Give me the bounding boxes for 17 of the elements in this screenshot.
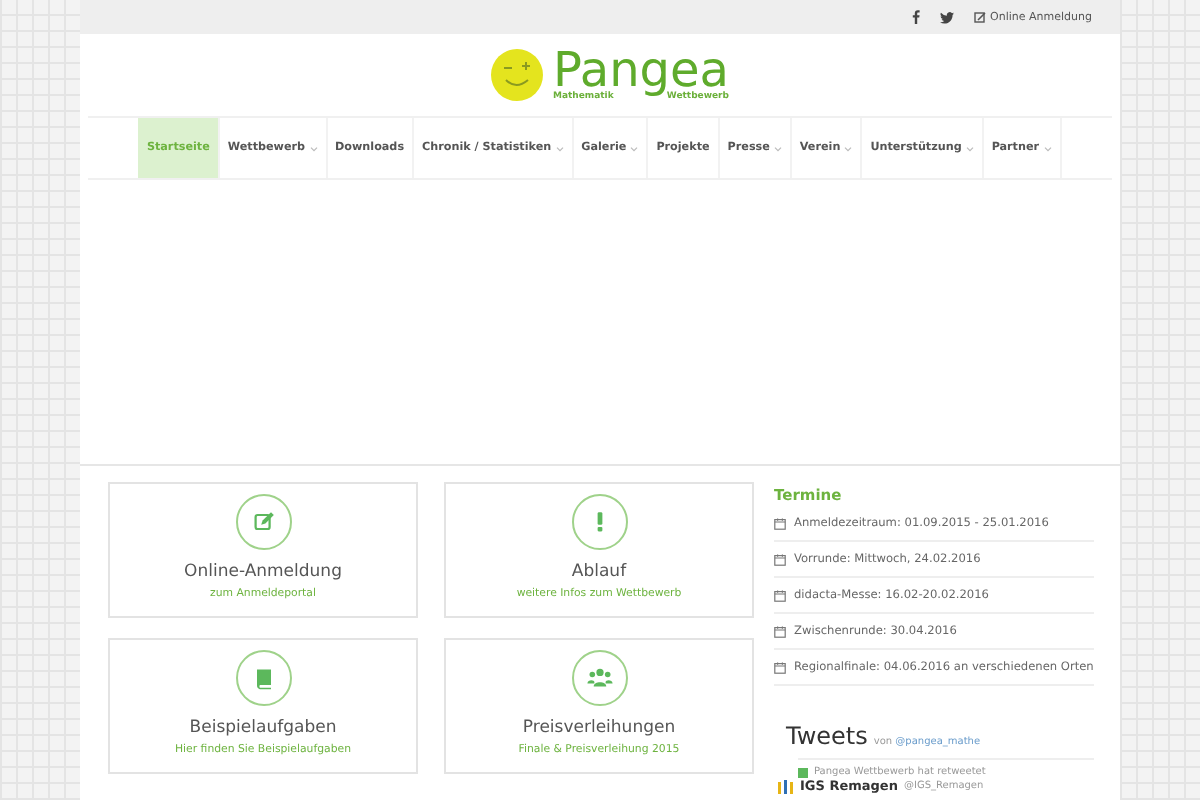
calendar-icon xyxy=(774,554,786,566)
calendar-icon xyxy=(774,518,786,530)
tweets-heading: Tweets xyxy=(786,722,868,750)
smiley-logo-icon xyxy=(490,47,545,101)
card-title: Ablauf xyxy=(571,562,627,582)
edit-icon xyxy=(249,508,277,536)
calendar-icon xyxy=(774,590,786,602)
card-title: Preisverleihungen xyxy=(522,718,676,738)
calendar-icon xyxy=(774,662,786,674)
facebook-icon[interactable] xyxy=(912,10,921,24)
card-title: Beispielaufgaben xyxy=(189,718,337,738)
twitter-icon[interactable] xyxy=(940,11,955,23)
edit-icon xyxy=(974,11,987,23)
card-title: Online-Anmeldung xyxy=(184,562,342,582)
group-icon xyxy=(585,664,613,692)
logo-title: Pangea xyxy=(552,47,730,91)
calendar-icon xyxy=(774,626,786,638)
